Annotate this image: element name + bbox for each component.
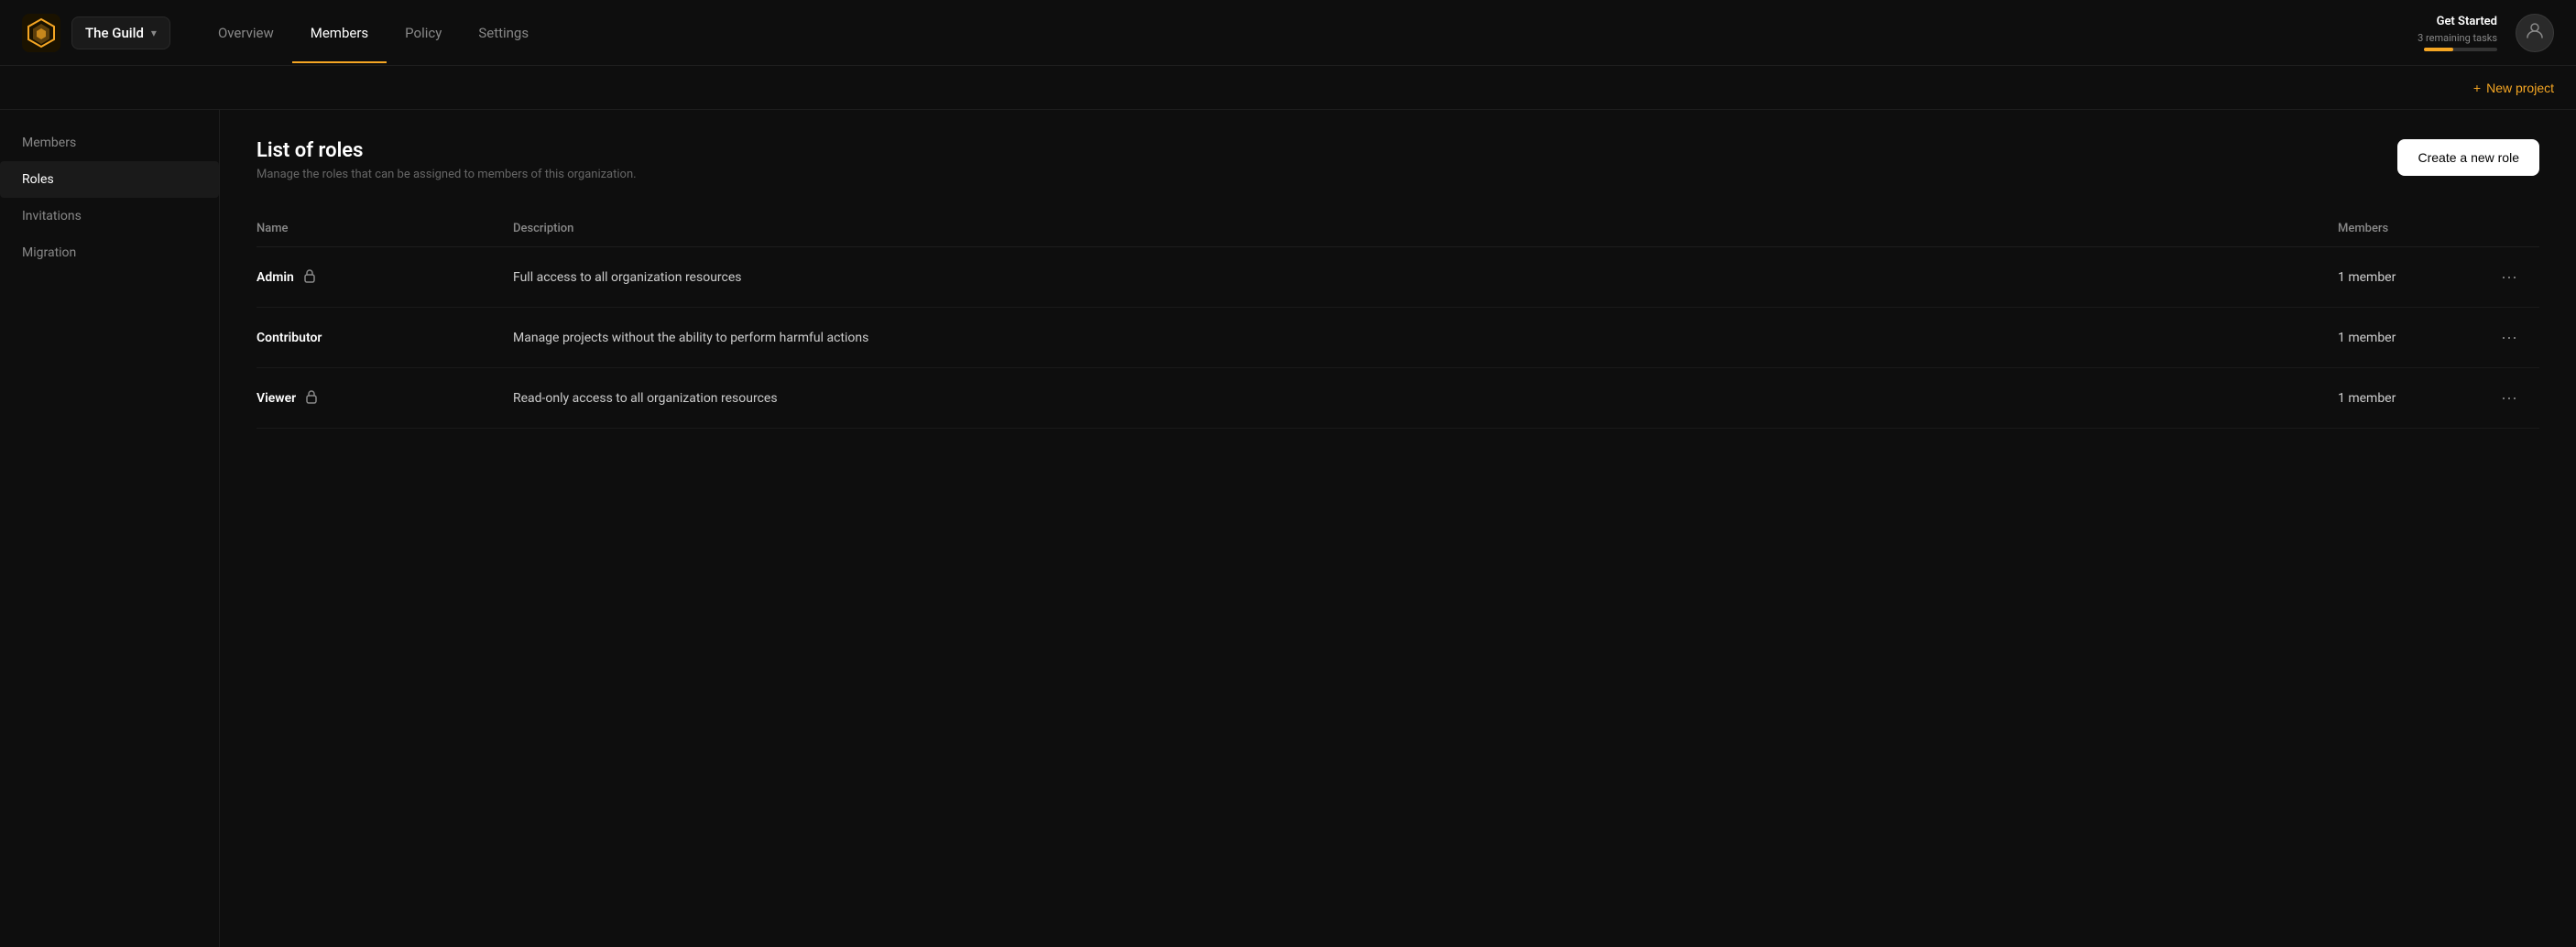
second-nav-right: + New project (2473, 81, 2554, 95)
lock-icon (303, 268, 316, 287)
progress-bar-fill (2424, 48, 2453, 51)
new-project-button[interactable]: + New project (2473, 81, 2554, 95)
main-layout: Members Roles Invitations Migration List… (0, 110, 2576, 947)
new-project-label: New project (2486, 81, 2554, 95)
sidebar: Members Roles Invitations Migration (0, 110, 220, 947)
sidebar-item-roles[interactable]: Roles (0, 161, 219, 198)
admin-actions: ··· (2484, 247, 2539, 308)
sidebar-item-members[interactable]: Members (0, 125, 219, 161)
nav-overview[interactable]: Overview (200, 3, 292, 63)
topbar: The Guild ▾ Overview Members Policy Sett… (0, 0, 2576, 66)
nav-members[interactable]: Members (292, 3, 387, 63)
viewer-more-button[interactable]: ··· (2494, 385, 2525, 411)
role-name-cell: Admin (257, 247, 513, 308)
page-header: List of roles Manage the roles that can … (257, 139, 2539, 181)
viewer-actions: ··· (2484, 368, 2539, 429)
table-row: Viewer Read-only access to all organizat… (257, 368, 2539, 429)
col-header-description: Description (513, 211, 2338, 247)
admin-members: 1 member (2338, 247, 2484, 308)
roles-table: Name Description Members Admin (257, 211, 2539, 429)
create-role-button[interactable]: Create a new role (2397, 139, 2539, 176)
user-icon (2526, 21, 2544, 44)
main-content: List of roles Manage the roles that can … (220, 110, 2576, 947)
contributor-role-name: Contributor (257, 331, 322, 345)
col-header-name: Name (257, 211, 513, 247)
org-selector[interactable]: The Guild ▾ (71, 16, 170, 49)
second-nav: + New project (0, 66, 2576, 110)
chevron-down-icon: ▾ (151, 27, 157, 39)
plus-icon: + (2473, 81, 2481, 95)
admin-more-button[interactable]: ··· (2494, 264, 2525, 290)
table-header-row: Name Description Members (257, 211, 2539, 247)
page-subtitle: Manage the roles that can be assigned to… (257, 168, 637, 181)
remaining-tasks: 3 remaining tasks (2418, 32, 2497, 44)
get-started-widget: Get Started 3 remaining tasks (2418, 15, 2497, 51)
admin-role-name: Admin (257, 270, 294, 285)
table-row: Contributor Manage projects without the … (257, 308, 2539, 368)
admin-description: Full access to all organization resource… (513, 247, 2338, 308)
guild-logo-icon (22, 14, 60, 52)
logo-area: The Guild ▾ (22, 14, 170, 52)
viewer-role-name: Viewer (257, 391, 296, 406)
role-name-cell: Contributor (257, 308, 513, 368)
contributor-more-button[interactable]: ··· (2494, 324, 2525, 351)
role-name-cell: Viewer (257, 368, 513, 429)
page-title: List of roles (257, 139, 637, 162)
col-header-actions (2484, 211, 2539, 247)
contributor-members: 1 member (2338, 308, 2484, 368)
progress-bar-container (2424, 48, 2497, 51)
contributor-actions: ··· (2484, 308, 2539, 368)
org-name: The Guild (85, 25, 144, 41)
viewer-members: 1 member (2338, 368, 2484, 429)
nav-policy[interactable]: Policy (387, 3, 460, 63)
col-header-members: Members (2338, 211, 2484, 247)
lock-icon (305, 389, 318, 408)
sidebar-item-invitations[interactable]: Invitations (0, 198, 219, 234)
get-started-label: Get Started (2437, 15, 2497, 28)
page-title-area: List of roles Manage the roles that can … (257, 139, 637, 181)
sidebar-item-migration[interactable]: Migration (0, 234, 219, 271)
top-nav: Overview Members Policy Settings (200, 3, 2418, 63)
contributor-description: Manage projects without the ability to p… (513, 308, 2338, 368)
topbar-right: Get Started 3 remaining tasks (2418, 14, 2554, 52)
viewer-description: Read-only access to all organization res… (513, 368, 2338, 429)
table-row: Admin Full access to all organization re… (257, 247, 2539, 308)
user-avatar[interactable] (2516, 14, 2554, 52)
nav-settings[interactable]: Settings (460, 3, 547, 63)
